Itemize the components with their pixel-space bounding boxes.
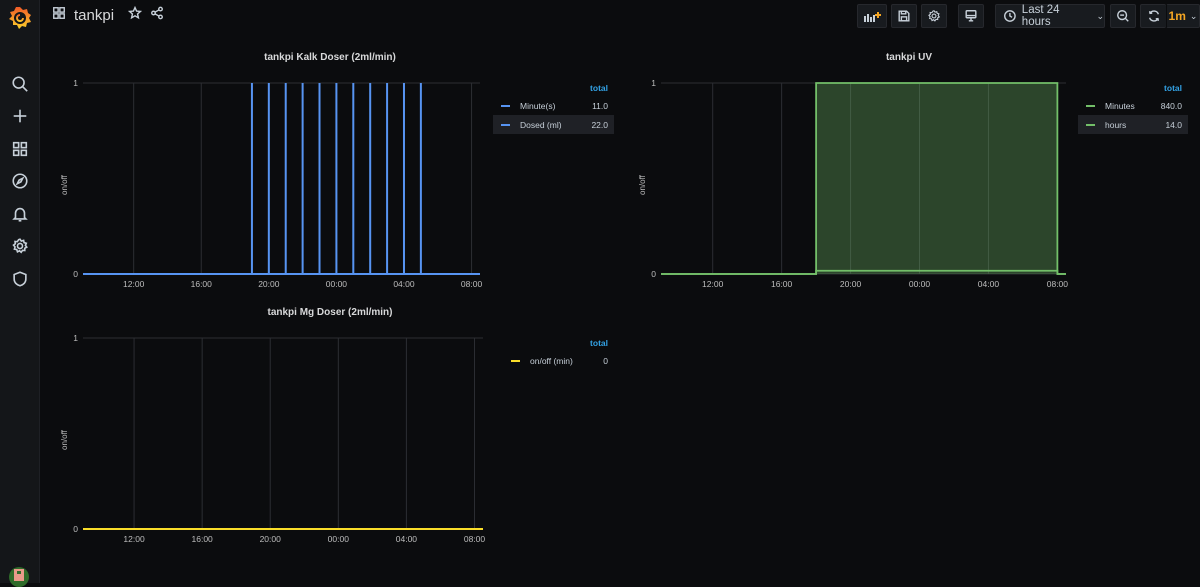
refresh-interval-value: 1m	[1168, 9, 1186, 23]
legend-item[interactable]: on/off (min) 0	[493, 351, 614, 370]
x-tick-label: 00:00	[328, 534, 350, 544]
bell-icon[interactable]	[9, 203, 31, 225]
legend-item-name: on/off (min)	[530, 355, 573, 366]
legend-item-name: hours	[1105, 119, 1127, 130]
add-panel-icon	[864, 12, 881, 22]
legend-item[interactable]: Minute(s) 11.0	[493, 96, 614, 115]
legend-item[interactable]: Dosed (ml) 22.0	[493, 115, 614, 134]
y-tick-label: 0	[73, 269, 78, 279]
legend-item-name: Dosed (ml)	[520, 119, 562, 130]
legend-item-total: 11.0	[592, 100, 608, 111]
legend-kalk-doser: total Minute(s) 11.0 Dosed (ml) 22.0	[493, 80, 614, 134]
plus-icon[interactable]	[9, 105, 31, 127]
x-tick-label: 00:00	[909, 279, 931, 289]
legend-item-total: 840.0	[1160, 100, 1182, 111]
legend-uv: total Minutes 840.0 hours 14.0	[1078, 80, 1188, 134]
x-tick-label: 16:00	[192, 534, 214, 544]
series-color-swatch[interactable]	[511, 359, 520, 362]
time-range-picker[interactable]: Last 24 hours ⌄	[995, 4, 1105, 28]
panel-kalk-doser: tankpi Kalk Doser (2ml/min) on/off 12:00…	[44, 52, 616, 297]
legend-item-total: 14.0	[1165, 119, 1182, 130]
legend-item-name: Minutes	[1105, 100, 1135, 111]
chevron-down-icon: ⌄	[1189, 10, 1198, 21]
zoom-out-icon	[1117, 10, 1129, 22]
x-tick-label: 12:00	[123, 279, 145, 289]
x-tick-label: 04:00	[978, 279, 1000, 289]
save-icon	[898, 10, 910, 22]
panel-mg-doser: tankpi Mg Doser (2ml/min) on/off 12:00 16…	[44, 307, 616, 552]
dashboard-navbar: tankpi Last 24 hours ⌄ 1m ⌄	[40, 0, 1200, 34]
dashboard-settings-button[interactable]	[921, 4, 947, 28]
x-tick-label: 16:00	[771, 279, 793, 289]
user-avatar[interactable]	[9, 567, 29, 587]
clock-icon	[1004, 10, 1016, 22]
x-tick-label: 12:00	[123, 534, 145, 544]
panel-title[interactable]: tankpi Mg Doser (2ml/min)	[44, 307, 616, 318]
legend-item-total: 0	[603, 355, 608, 366]
series-line	[83, 82, 480, 275]
series-color-swatch[interactable]	[1086, 104, 1095, 107]
x-tick-label: 20:00	[840, 279, 862, 289]
x-tick-label: 16:00	[191, 279, 213, 289]
legend-item-name: Minute(s)	[520, 100, 556, 111]
dashboards-grid-icon	[52, 6, 66, 25]
panel-title[interactable]: tankpi Kalk Doser (2ml/min)	[44, 52, 616, 63]
x-tick-label: 08:00	[464, 534, 486, 544]
save-dashboard-button[interactable]	[891, 4, 917, 28]
chart-uv[interactable]: 12:00 16:00 20:00 00:00 04:00 08:00 0 1	[622, 72, 1072, 297]
dashboard-title[interactable]: tankpi	[74, 7, 114, 24]
legend-item-total: 22.0	[591, 119, 608, 130]
gear-icon[interactable]	[9, 235, 31, 257]
y-tick-label: 1	[73, 78, 78, 88]
x-tick-label: 20:00	[260, 534, 282, 544]
legend-header-total[interactable]: total	[493, 335, 614, 351]
series-color-swatch[interactable]	[501, 123, 510, 126]
shield-icon[interactable]	[9, 268, 31, 290]
dashboards-grid-icon[interactable]	[9, 138, 31, 160]
zoom-out-button[interactable]	[1110, 4, 1136, 28]
legend-mg-doser: total on/off (min) 0	[493, 335, 614, 370]
refresh-icon	[1148, 10, 1159, 22]
legend-item[interactable]: Minutes 840.0	[1078, 96, 1188, 115]
cycle-view-mode-button[interactable]	[958, 4, 984, 28]
y-tick-label: 0	[651, 269, 656, 279]
legend-header-total[interactable]: total	[1078, 80, 1188, 96]
share-icon[interactable]	[150, 6, 164, 25]
monitor-icon	[965, 10, 977, 22]
x-tick-label: 04:00	[393, 279, 415, 289]
chevron-down-icon: ⌄	[1096, 10, 1104, 21]
y-tick-label: 1	[73, 333, 78, 343]
gear-icon	[928, 10, 941, 22]
series-color-swatch[interactable]	[1086, 123, 1095, 126]
panel-uv: tankpi UV on/off 12:00 16:00 20:00 00:00 04:…	[622, 52, 1196, 297]
y-tick-label: 1	[651, 78, 656, 88]
refresh-interval-picker[interactable]: 1m ⌄	[1166, 4, 1200, 28]
x-tick-label: 00:00	[326, 279, 348, 289]
chart-mg-doser[interactable]: 12:00 16:00 20:00 00:00 04:00 08:00 0 1	[44, 327, 489, 552]
sidebar	[0, 0, 40, 587]
add-panel-button[interactable]	[857, 4, 887, 28]
x-tick-label: 04:00	[396, 534, 418, 544]
y-tick-label: 0	[73, 524, 78, 534]
grafana-logo[interactable]	[7, 5, 33, 31]
legend-header-total[interactable]: total	[493, 80, 614, 96]
panel-title[interactable]: tankpi UV	[622, 52, 1196, 63]
time-range-label: Last 24 hours	[1021, 4, 1060, 28]
search-icon[interactable]	[9, 73, 31, 95]
chart-kalk-doser[interactable]: 12:00 16:00 20:00 00:00 04:00 08:00 0 1	[44, 72, 489, 297]
x-tick-label: 20:00	[258, 279, 280, 289]
series-area	[816, 83, 1058, 274]
refresh-button[interactable]	[1140, 4, 1166, 28]
x-tick-label: 08:00	[1047, 279, 1069, 289]
x-tick-label: 08:00	[461, 279, 483, 289]
star-icon[interactable]	[127, 5, 143, 25]
series-color-swatch[interactable]	[501, 104, 510, 107]
x-tick-label: 12:00	[702, 279, 724, 289]
compass-icon[interactable]	[9, 170, 31, 192]
legend-item[interactable]: hours 14.0	[1078, 115, 1188, 134]
